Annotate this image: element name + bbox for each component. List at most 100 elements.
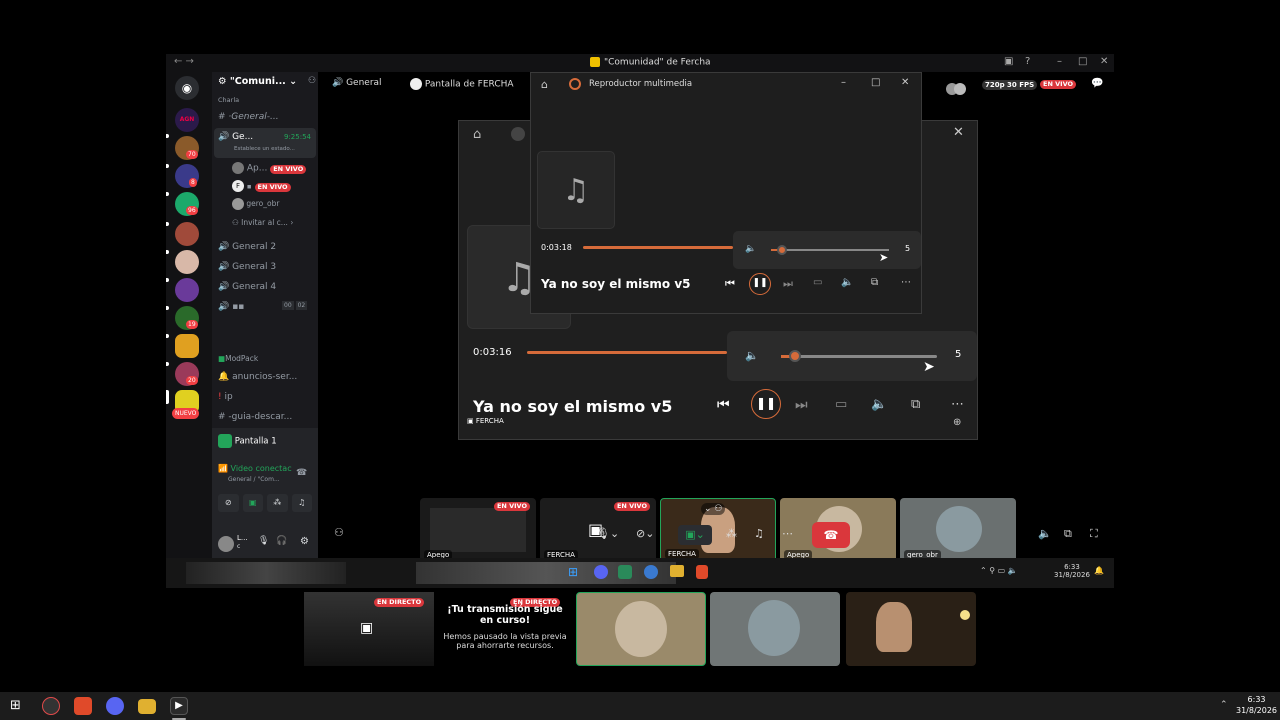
volume-icon[interactable]: 🔈 [745,349,759,362]
next-icon[interactable]: ⏭ [795,397,808,413]
miniplayer-icon[interactable]: ⧉ [871,277,878,288]
screen-share-button[interactable]: ▣⌄ [678,525,712,545]
windows-start-icon[interactable]: ⊞ [568,565,578,579]
brave-icon[interactable] [74,697,92,715]
viewer-avatars[interactable] [946,80,972,95]
previous-icon[interactable]: ⏮ [725,277,735,291]
participant-tile[interactable]: EN VIVO Apego [420,498,536,564]
more-options-icon[interactable]: ⋯ [901,277,911,288]
mic-icon[interactable]: 🎙 [258,536,269,546]
volume-icon[interactable]: 🔈 [1038,527,1052,540]
connection-location[interactable]: General / "Com... [228,476,280,483]
tray-chevron-icon[interactable]: ⌃ [1220,700,1228,710]
pause-button[interactable]: ❚❚ [751,389,781,419]
minimize-button[interactable]: – [1057,56,1062,67]
volume-icon[interactable]: 🔈 [745,244,756,254]
channel-status[interactable]: Establece un estado... [234,146,295,152]
volume-slider[interactable] [771,249,889,251]
media-player-app-icon[interactable]: ▶ [170,697,188,715]
invite-link[interactable]: ⚇ Invitar al c... › [232,218,293,227]
tray-icons[interactable]: ⌃ ⚲ ▭ 🔈 [980,566,1018,575]
maximize-button[interactable]: □ [871,77,880,88]
guild-agn[interactable]: AGN [175,108,199,132]
subtitles-icon[interactable]: ▭ [835,397,847,412]
subtitles-icon[interactable]: ▭ [813,277,822,288]
participant-tile[interactable]: gero_obr [900,498,1016,564]
soundboard-icon[interactable]: ♫ [754,527,764,540]
text-channel[interactable]: 🔔 anuncios-ser... [218,372,297,382]
webcam-preview-tile[interactable] [846,592,976,666]
next-icon[interactable]: ⏭ [783,277,793,291]
text-channel[interactable]: ! ip [218,392,233,402]
add-member-icon[interactable]: ⚇ [308,76,316,86]
windows-start-icon[interactable]: ⊞ [10,698,21,713]
settings-gear-icon[interactable]: ⚙ [300,536,309,547]
voice-channel[interactable]: 🔊 General 4 [218,282,276,292]
invite-people-icon[interactable]: ⚇ [334,526,344,539]
headphones-icon[interactable]: 🎧 [276,536,287,546]
screen-share-button[interactable]: ▣ [242,494,263,512]
pause-button[interactable]: ❚❚ [749,273,771,295]
user-avatar[interactable] [218,536,234,552]
category-charla[interactable]: Charla [218,96,239,104]
previous-icon[interactable]: ⏮ [717,397,730,413]
brave-icon[interactable] [696,565,708,579]
voice-member[interactable]: Ap... EN VIVO [232,162,307,174]
back-forward-icons[interactable]: ← → [174,56,194,67]
more-icon[interactable]: ⋯ [782,527,793,540]
guild-icon[interactable] [175,278,199,302]
popout-icon[interactable]: ⧉ [1064,527,1072,541]
maximize-button[interactable]: □ [1078,56,1087,67]
app-icon[interactable] [618,565,632,579]
browser-icon[interactable] [644,565,658,579]
chat-bubble-icon[interactable]: 💬 [1091,78,1103,89]
category-modpack[interactable]: ■ModPack [218,354,258,363]
help-icon[interactable]: ? [1025,56,1030,67]
focus-icon[interactable]: ⌄ ⚇ [701,503,726,515]
microphone-icon[interactable]: 🎙⌄ [596,527,619,540]
soundboard-button[interactable]: ♫ [291,494,312,512]
volume-slider[interactable] [781,355,937,358]
volume-thumb[interactable] [777,245,787,255]
text-channel[interactable]: # -guia-descar... [218,412,292,422]
close-button[interactable]: ✕ [901,77,909,88]
volume-thumb[interactable] [789,350,801,362]
seek-bar[interactable] [527,351,727,354]
folder-icon[interactable] [670,565,684,577]
activities-button[interactable]: ⁂ [267,494,288,512]
zoom-icon[interactable]: ⊕ [953,417,961,428]
guild-icon[interactable] [175,334,199,358]
leave-call-button[interactable]: ☎ [812,522,850,548]
more-options-icon[interactable]: ⋯ [951,397,964,412]
miniplayer-icon[interactable]: ⧉ [911,397,920,412]
discord-home-icon[interactable]: ◉ [175,76,199,100]
camera-off-button[interactable]: ⊘ [218,494,239,512]
close-icon[interactable]: ✕ [953,125,964,140]
minimize-button[interactable]: – [841,77,846,88]
activities-icon[interactable]: ⁂ [726,527,737,540]
disconnect-icon[interactable]: ☎ [296,468,307,478]
camera-off-icon[interactable]: ⊘⌄ [636,527,654,540]
voice-channel[interactable]: 🔊 General 2 [218,242,276,252]
notification-icon[interactable]: 🔔 [1094,566,1104,575]
folder-icon[interactable] [138,699,156,714]
participant-preview-tile[interactable] [710,592,840,666]
voice-channel[interactable]: 🔊 General 3 [218,262,276,272]
voice-member[interactable]: gero_obr [232,198,279,210]
discord-app-icon[interactable] [594,565,608,579]
app-icon[interactable] [42,697,60,715]
seek-bar[interactable] [583,246,733,249]
guild-icon[interactable] [175,222,199,246]
participant-preview-tile[interactable] [576,592,706,666]
text-channel[interactable]: # ·General-... [218,112,279,122]
volume-button-icon[interactable]: 🔈 [841,277,853,288]
guild-icon[interactable] [175,250,199,274]
voice-channel[interactable]: 🔊 ▪▪ [218,302,244,312]
volume-button-icon[interactable]: 🔈 [871,397,887,412]
fullscreen-icon[interactable]: ⛶ [1090,527,1098,541]
server-header[interactable]: ⚙ "Comuni... ⌄ [218,76,297,87]
voice-member[interactable]: F ▪ EN VIVO [232,180,291,192]
system-clock[interactable]: 6:33 31/8/2026 [1236,694,1277,716]
close-button[interactable]: ✕ [1100,56,1108,67]
stream-preview-tile[interactable]: ▣ EN DIRECTO [304,592,434,666]
